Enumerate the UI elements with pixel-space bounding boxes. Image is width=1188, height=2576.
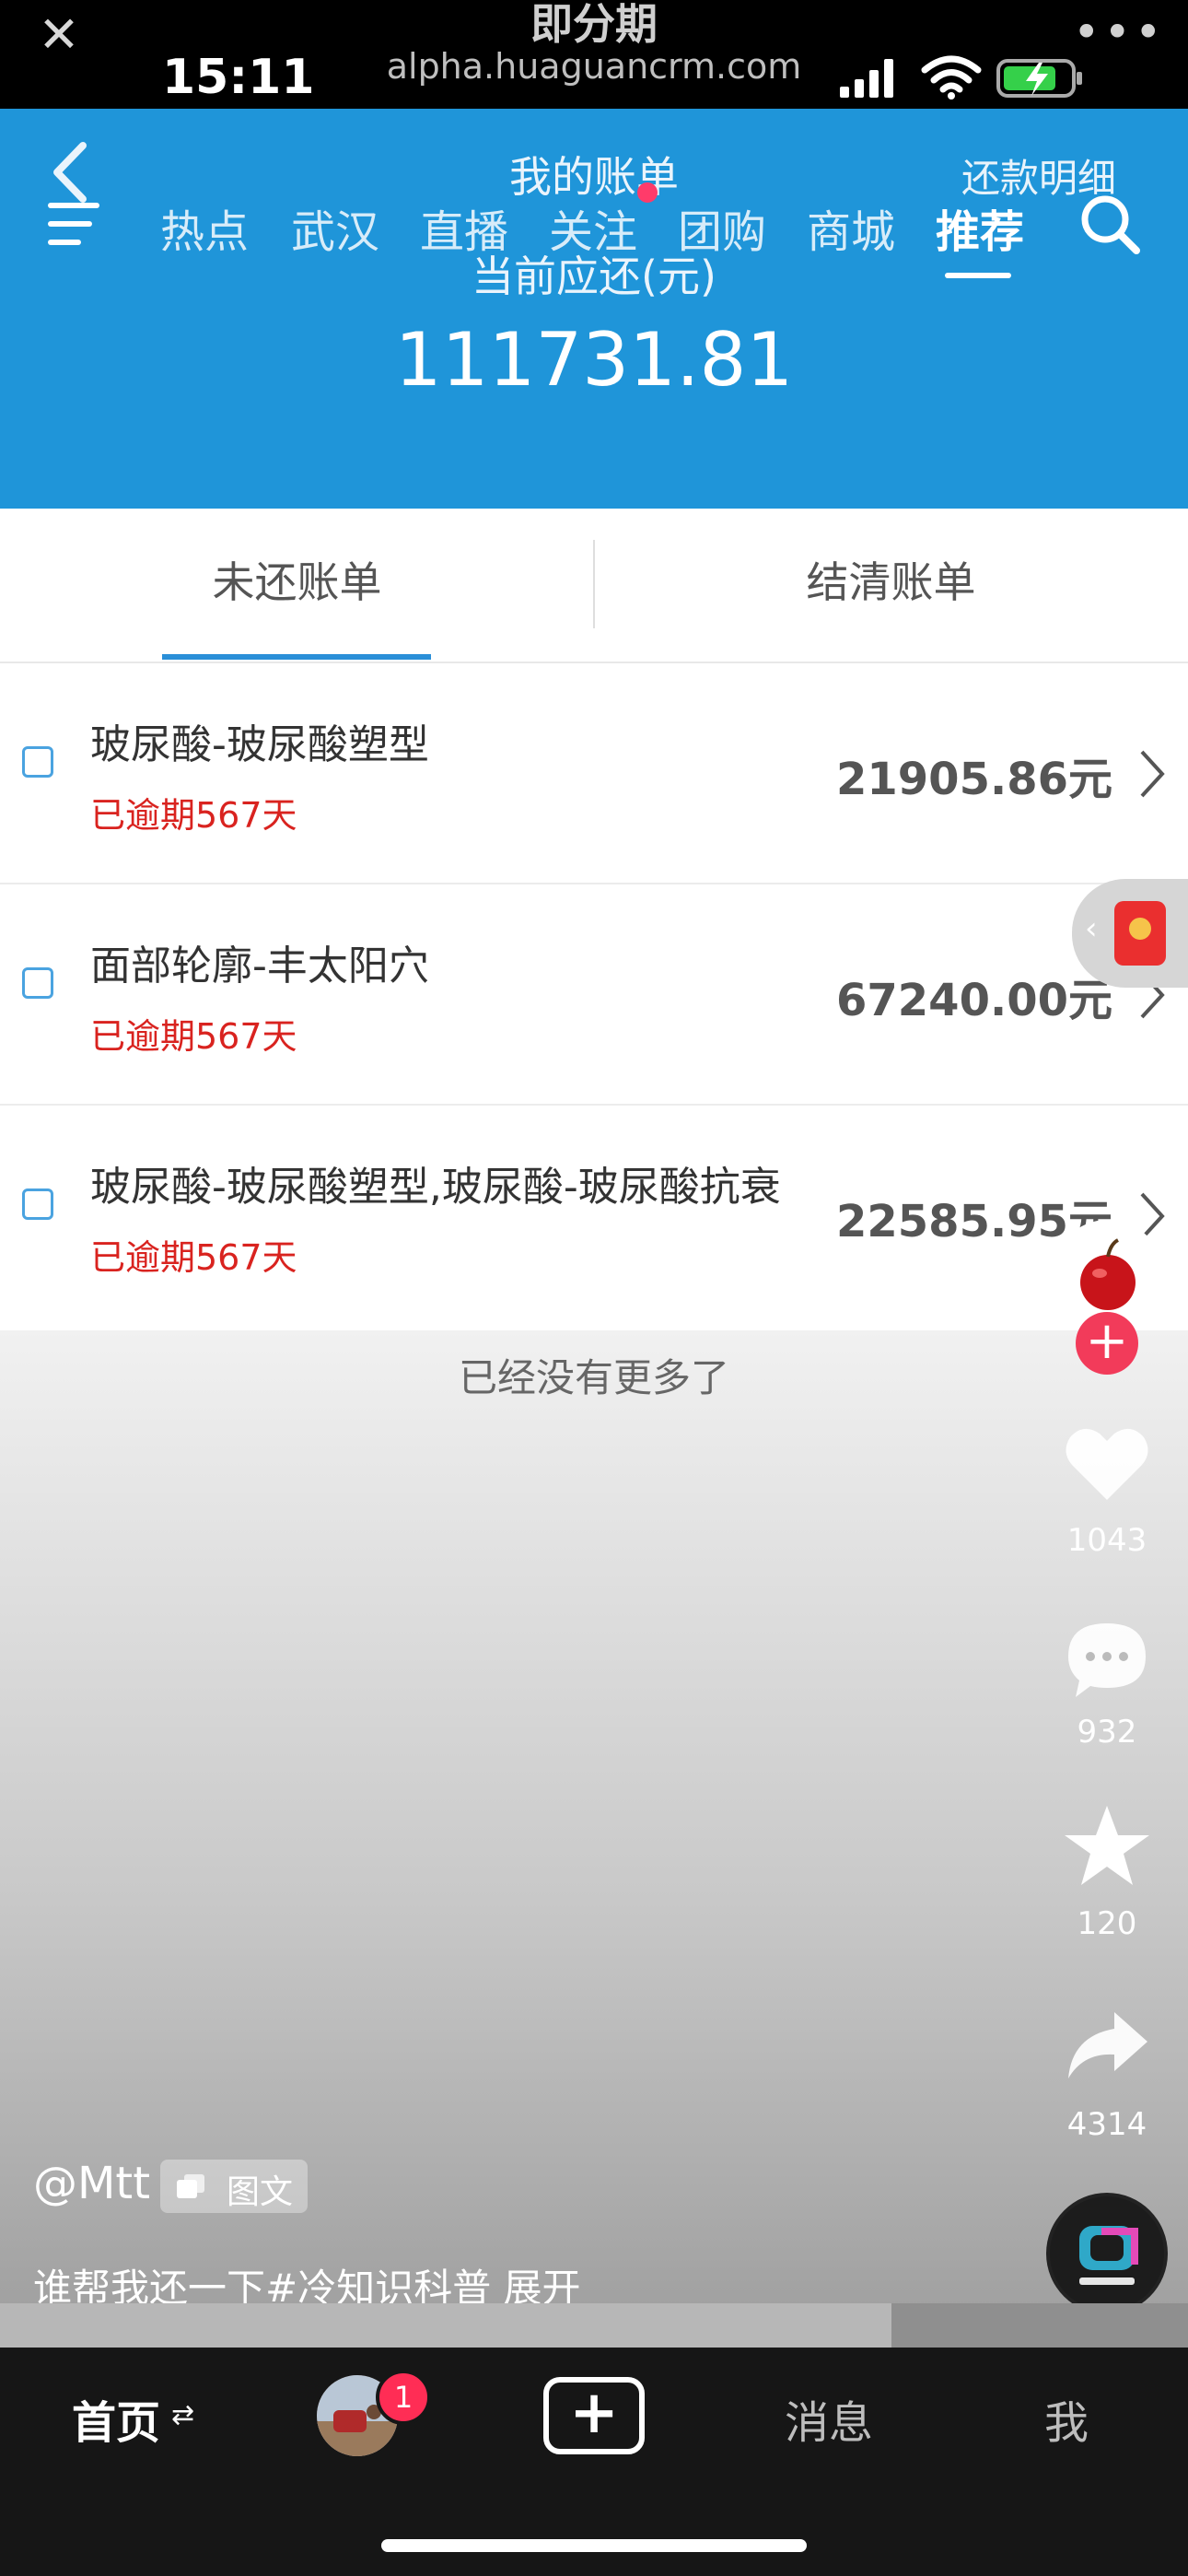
bill-checkbox[interactable]	[22, 967, 53, 999]
bill-amount: 67240.00元	[835, 975, 1112, 1026]
active-bill-tab-indicator	[162, 654, 431, 660]
favorite-count: 120	[1077, 1905, 1137, 1942]
battery-charging-icon	[996, 59, 1082, 98]
swap-arrows-icon: ⇄	[171, 2399, 195, 2431]
post-type-label: 图文	[227, 2173, 294, 2211]
heart-icon[interactable]	[1061, 1419, 1153, 1511]
bill-amount: 21905.86元	[835, 754, 1112, 805]
comment-icon[interactable]	[1061, 1612, 1153, 1704]
comment-count: 932	[1077, 1714, 1137, 1751]
nav-home[interactable]: 首页	[72, 2386, 160, 2451]
site-title: 即分期	[530, 0, 658, 49]
bill-name: 玻尿酸-玻尿酸塑型,玻尿酸-玻尿酸抗衰	[90, 1164, 781, 1211]
images-icon	[177, 2174, 204, 2198]
image-progress-fill	[0, 2303, 891, 2348]
follow-button[interactable]: +	[1076, 1312, 1138, 1375]
tab-unpaid-bills[interactable]: 未还账单	[0, 509, 594, 662]
like-count: 1043	[1066, 1522, 1147, 1559]
bill-tabs: 未还账单 结清账单	[0, 509, 1188, 663]
music-disc[interactable]	[1046, 2193, 1168, 2314]
share-count: 4314	[1066, 2106, 1147, 2143]
share-icon[interactable]	[1061, 1999, 1153, 2091]
nav-messages[interactable]: 消息	[785, 2386, 873, 2451]
more-dots-icon[interactable]: •••	[1073, 6, 1165, 59]
create-button[interactable]: +	[543, 2377, 645, 2454]
amount-due-value: 111731.81	[394, 317, 794, 403]
no-more-text: 已经没有更多了	[458, 1355, 729, 1400]
overdue-status: 已逾期567天	[90, 1237, 297, 1278]
nav-me[interactable]: 我	[1044, 2386, 1089, 2451]
bill-checkbox[interactable]	[22, 1188, 53, 1220]
wifi-icon	[921, 55, 982, 100]
bill-row[interactable]: 面部轮廓-丰太阳穴 已逾期567天 67240.00元	[0, 884, 1188, 1106]
tab-settled-bills[interactable]: 结清账单	[594, 509, 1188, 662]
bill-row[interactable]: 玻尿酸-玻尿酸塑型 已逾期567天 21905.86元	[0, 663, 1188, 884]
friends-badge: 1	[376, 2370, 431, 2425]
amount-due-label: 当前应还(元)	[472, 252, 716, 301]
menu-icon[interactable]	[48, 201, 107, 247]
bill-name: 玻尿酸-玻尿酸塑型	[90, 721, 429, 768]
overdue-status: 已逾期567天	[90, 795, 297, 836]
chevron-right-icon[interactable]	[1138, 748, 1166, 800]
chevron-left-icon: ‹	[1085, 910, 1098, 947]
bill-name: 面部轮廓-丰太阳穴	[90, 943, 429, 989]
bill-row[interactable]: 玻尿酸-玻尿酸塑型,玻尿酸-玻尿酸抗衰 已逾期567天 22585.95元	[0, 1106, 1188, 1330]
overdue-status: 已逾期567天	[90, 1016, 297, 1057]
author-name[interactable]: @Mtt	[33, 2158, 150, 2209]
notification-dot	[637, 182, 658, 203]
home-indicator	[381, 2539, 807, 2552]
cellular-signal-icon	[840, 59, 893, 98]
bill-checkbox[interactable]	[22, 746, 53, 778]
music-disc-icon	[1050, 2196, 1164, 2311]
star-icon[interactable]	[1061, 1800, 1153, 1892]
red-packet-coin	[1129, 918, 1151, 940]
